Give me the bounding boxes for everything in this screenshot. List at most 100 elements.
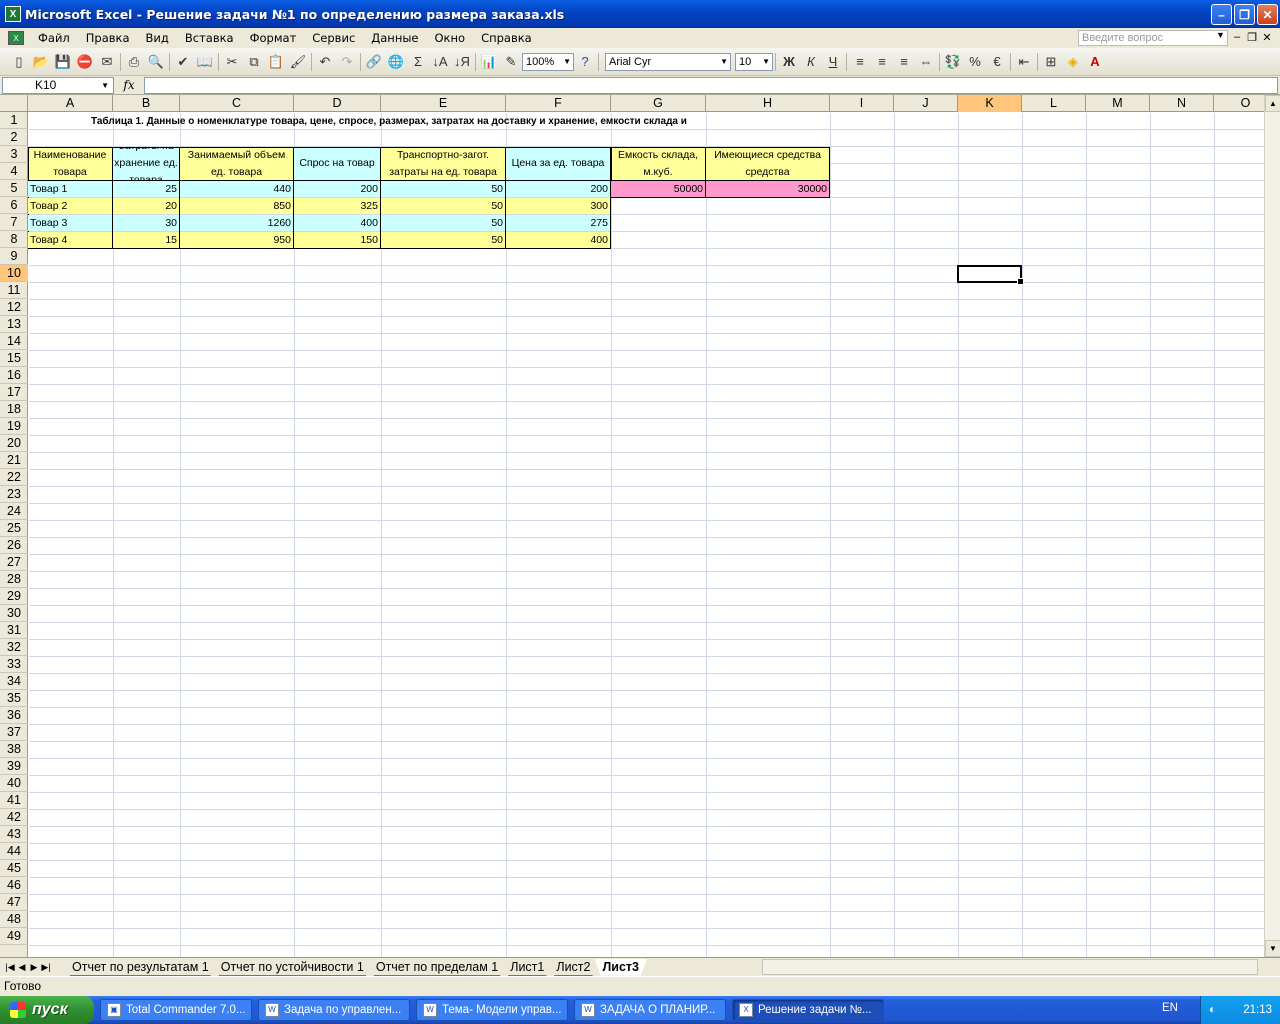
row-header-24[interactable]: 24 — [0, 503, 28, 520]
value-cell[interactable]: 400 — [506, 232, 610, 248]
doc-minimize-icon[interactable]: – — [1230, 31, 1244, 43]
value-cell[interactable]: 25 — [113, 181, 179, 197]
row-header-29[interactable]: 29 — [0, 588, 28, 605]
column-header-a[interactable]: A — [28, 95, 113, 112]
print-icon[interactable]: ⎙ — [123, 51, 145, 73]
ask-question-input[interactable]: Введите вопрос — [1078, 30, 1228, 46]
value-cell[interactable]: 850 — [180, 198, 293, 214]
column-header-h[interactable]: H — [706, 95, 830, 112]
column-header-b[interactable]: B — [113, 95, 180, 112]
research-icon[interactable]: 📖 — [194, 51, 216, 73]
active-cell[interactable] — [957, 265, 1024, 285]
value-cell[interactable]: 30000 — [706, 181, 829, 197]
value-cell[interactable]: 30 — [113, 215, 179, 231]
bold-button[interactable]: Ж — [778, 51, 800, 73]
row-header-23[interactable]: 23 — [0, 486, 28, 503]
row-header-25[interactable]: 25 — [0, 520, 28, 537]
autosum-icon[interactable]: Σ — [407, 51, 429, 73]
align-left-icon[interactable]: ≡ — [849, 51, 871, 73]
row-header-43[interactable]: 43 — [0, 826, 28, 843]
tab-sheet3[interactable]: Лист3 — [594, 959, 646, 976]
font-color-icon[interactable]: A — [1084, 51, 1106, 73]
value-cell[interactable]: 400 — [294, 215, 380, 231]
row-header-7[interactable]: 7 — [0, 214, 28, 231]
row-header-14[interactable]: 14 — [0, 333, 28, 350]
value-cell[interactable]: 50 — [381, 232, 505, 248]
value-cell[interactable]: 200 — [506, 181, 610, 197]
row-header-45[interactable]: 45 — [0, 860, 28, 877]
product-name-cell[interactable]: Товар 1 — [28, 181, 112, 197]
value-cell[interactable]: 20 — [113, 198, 179, 214]
row-header-4[interactable]: 4 — [0, 163, 28, 180]
zoom-select[interactable]: 100% ▼ — [522, 52, 574, 71]
row-header-17[interactable]: 17 — [0, 384, 28, 401]
product-name-cell[interactable]: Товар 4 — [28, 232, 112, 248]
chart-wizard-icon[interactable]: 📊 — [478, 51, 500, 73]
column-header-f[interactable]: F — [506, 95, 611, 112]
next-sheet-icon[interactable]: ▶ — [28, 962, 40, 973]
copy-icon[interactable]: ⧉ — [243, 51, 265, 73]
row-header-12[interactable]: 12 — [0, 299, 28, 316]
language-indicator[interactable]: EN — [1162, 1002, 1178, 1014]
select-all-button[interactable] — [0, 95, 28, 112]
workbook-icon[interactable]: X — [8, 31, 24, 45]
task-excel[interactable]: X Решение задачи №... — [732, 999, 884, 1021]
row-header-3[interactable]: 3 — [0, 146, 28, 163]
value-cell[interactable]: 150 — [294, 232, 380, 248]
column-header-c[interactable]: C — [180, 95, 294, 112]
task-word-3[interactable]: W ЗАДАЧА О ПЛАНИР... — [574, 999, 726, 1021]
menu-tools[interactable]: Сервис — [304, 31, 363, 45]
row-header-5[interactable]: 5 — [0, 180, 28, 197]
column-header-e[interactable]: E — [381, 95, 506, 112]
task-word-1[interactable]: W Задача по управлен... — [258, 999, 410, 1021]
row-header-22[interactable]: 22 — [0, 469, 28, 486]
paste-icon[interactable]: 📋 — [265, 51, 287, 73]
insert-hyperlink-icon[interactable]: 🔗 — [363, 51, 385, 73]
menu-insert[interactable]: Вставка — [177, 31, 242, 45]
help-icon[interactable]: ? — [574, 51, 596, 73]
menu-help[interactable]: Справка — [473, 31, 540, 45]
row-header-31[interactable]: 31 — [0, 622, 28, 639]
euro-button[interactable]: € — [986, 51, 1008, 73]
row-header-18[interactable]: 18 — [0, 401, 28, 418]
product-name-cell[interactable]: Товар 3 — [28, 215, 112, 231]
scroll-up-icon[interactable]: ▲ — [1265, 95, 1280, 112]
menu-window[interactable]: Окно — [427, 31, 474, 45]
underline-button[interactable]: Ч — [822, 51, 844, 73]
row-header-38[interactable]: 38 — [0, 741, 28, 758]
spelling-icon[interactable]: ✔ — [172, 51, 194, 73]
tab-sheet2[interactable]: Лист2 — [548, 959, 598, 976]
row-header-27[interactable]: 27 — [0, 554, 28, 571]
menu-view[interactable]: Вид — [138, 31, 177, 45]
globe-icon[interactable]: 🌐 — [385, 51, 407, 73]
task-word-2[interactable]: W Тема- Модели управ... — [416, 999, 568, 1021]
fill-color-icon[interactable]: ◈ — [1062, 51, 1084, 73]
vertical-scrollbar[interactable]: ▲ ▼ — [1264, 95, 1280, 957]
name-box[interactable]: K10 ▼ — [2, 76, 114, 94]
row-header-40[interactable]: 40 — [0, 775, 28, 792]
row-header-16[interactable]: 16 — [0, 367, 28, 384]
row-header-37[interactable]: 37 — [0, 724, 28, 741]
row-header-9[interactable]: 9 — [0, 248, 28, 265]
scroll-down-icon[interactable]: ▼ — [1265, 940, 1280, 957]
save-icon[interactable]: 💾 — [52, 51, 74, 73]
column-header-m[interactable]: M — [1086, 95, 1150, 112]
font-name-select[interactable]: Arial Cyr ▼ — [605, 52, 731, 71]
column-header-d[interactable]: D — [294, 95, 381, 112]
row-header-34[interactable]: 34 — [0, 673, 28, 690]
currency-icon[interactable]: 💱 — [942, 51, 964, 73]
tray-icon[interactable]: ◐ — [1209, 1004, 1216, 1016]
column-header-g[interactable]: G — [611, 95, 706, 112]
format-painter-icon[interactable]: 🖌 — [287, 51, 309, 73]
row-header-6[interactable]: 6 — [0, 197, 28, 214]
value-cell[interactable]: 200 — [294, 181, 380, 197]
tab-report-limits[interactable]: Отчет по пределам 1 — [368, 959, 506, 976]
column-header-j[interactable]: J — [894, 95, 958, 112]
row-header-49[interactable]: 49 — [0, 928, 28, 945]
column-header-i[interactable]: I — [830, 95, 894, 112]
print-preview-icon[interactable]: 🔍 — [145, 51, 167, 73]
restore-button[interactable]: ❐ — [1234, 4, 1255, 25]
email-icon[interactable]: ✉ — [96, 51, 118, 73]
value-cell[interactable]: 275 — [506, 215, 610, 231]
insert-function-icon[interactable]: fx — [114, 78, 144, 92]
